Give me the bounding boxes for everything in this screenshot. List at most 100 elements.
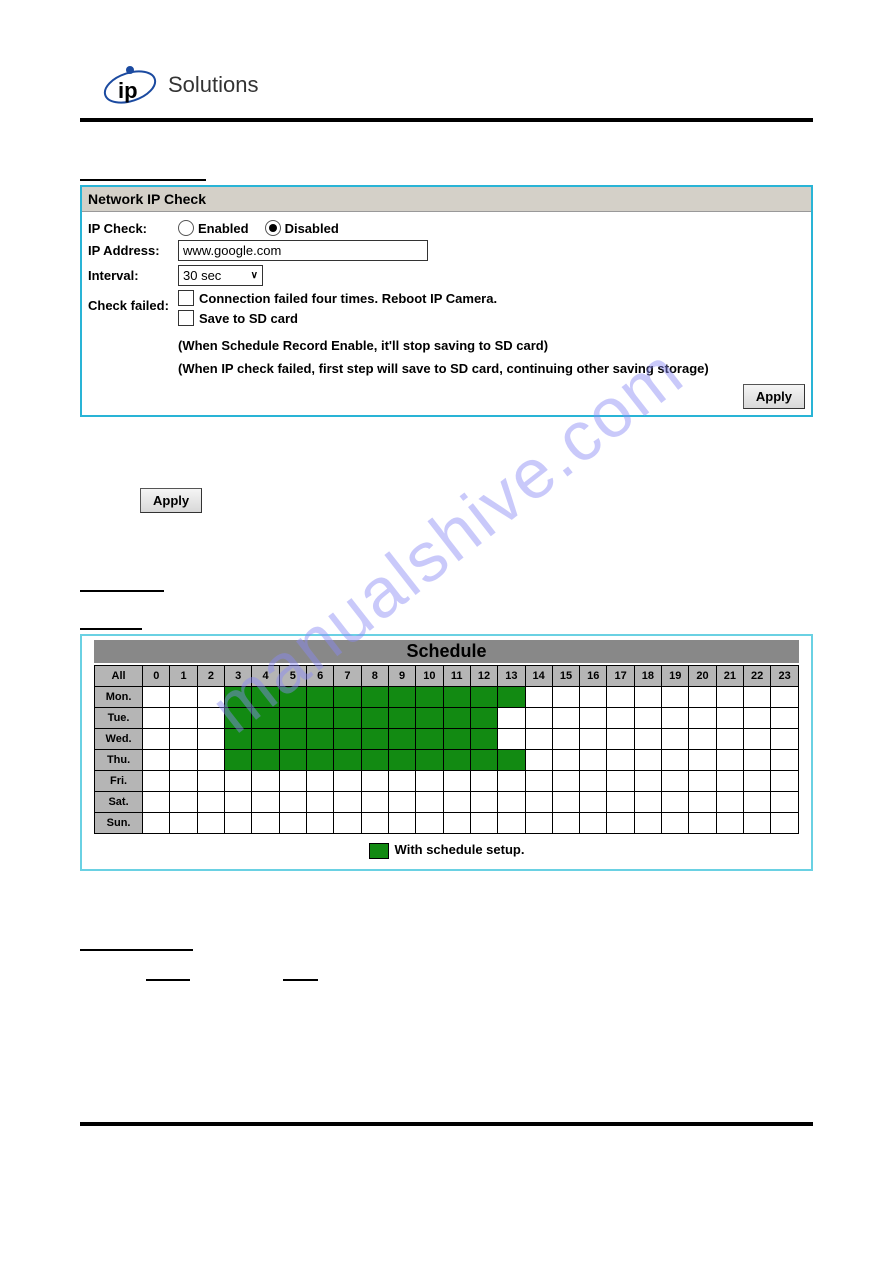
schedule-cell[interactable] (744, 729, 771, 750)
schedule-cell[interactable] (607, 687, 634, 708)
schedule-cell[interactable] (170, 792, 197, 813)
schedule-cell[interactable] (361, 708, 388, 729)
schedule-day-header[interactable]: Wed. (95, 729, 143, 750)
schedule-cell[interactable] (744, 708, 771, 729)
schedule-cell[interactable] (225, 813, 252, 834)
ip-address-input[interactable]: www.google.com (178, 240, 428, 261)
schedule-cell[interactable] (252, 813, 279, 834)
schedule-cell[interactable] (470, 771, 497, 792)
schedule-cell[interactable] (334, 750, 361, 771)
schedule-cell[interactable] (716, 750, 743, 771)
schedule-hour-header[interactable]: 18 (634, 666, 661, 687)
schedule-cell[interactable] (716, 771, 743, 792)
schedule-day-header[interactable]: Tue. (95, 708, 143, 729)
schedule-hour-header[interactable]: 16 (580, 666, 607, 687)
reboot-checkbox[interactable] (178, 290, 194, 306)
schedule-cell[interactable] (744, 750, 771, 771)
schedule-cell[interactable] (689, 750, 716, 771)
schedule-cell[interactable] (771, 708, 799, 729)
schedule-cell[interactable] (525, 771, 552, 792)
schedule-cell[interactable] (388, 687, 415, 708)
schedule-cell[interactable] (552, 729, 579, 750)
schedule-cell[interactable] (143, 708, 170, 729)
schedule-cell[interactable] (662, 750, 689, 771)
schedule-cell[interactable] (334, 729, 361, 750)
schedule-cell[interactable] (416, 792, 443, 813)
schedule-cell[interactable] (170, 771, 197, 792)
schedule-cell[interactable] (607, 750, 634, 771)
schedule-cell[interactable] (334, 708, 361, 729)
schedule-hour-header[interactable]: 9 (388, 666, 415, 687)
schedule-cell[interactable] (552, 687, 579, 708)
schedule-cell[interactable] (416, 708, 443, 729)
schedule-cell[interactable] (716, 729, 743, 750)
schedule-cell[interactable] (470, 729, 497, 750)
schedule-cell[interactable] (170, 729, 197, 750)
schedule-cell[interactable] (771, 813, 799, 834)
schedule-hour-header[interactable]: 2 (197, 666, 224, 687)
schedule-cell[interactable] (634, 771, 661, 792)
schedule-cell[interactable] (143, 792, 170, 813)
schedule-cell[interactable] (771, 750, 799, 771)
schedule-cell[interactable] (744, 771, 771, 792)
schedule-cell[interactable] (225, 792, 252, 813)
schedule-cell[interactable] (307, 729, 334, 750)
schedule-cell[interactable] (143, 813, 170, 834)
schedule-day-header[interactable]: Thu. (95, 750, 143, 771)
schedule-cell[interactable] (443, 813, 470, 834)
schedule-cell[interactable] (771, 792, 799, 813)
disabled-radio[interactable]: Disabled (265, 220, 339, 236)
schedule-cell[interactable] (607, 708, 634, 729)
schedule-cell[interactable] (197, 729, 224, 750)
schedule-hour-header[interactable]: 0 (143, 666, 170, 687)
schedule-cell[interactable] (580, 792, 607, 813)
schedule-cell[interactable] (525, 708, 552, 729)
schedule-hour-header[interactable]: 17 (607, 666, 634, 687)
schedule-cell[interactable] (689, 792, 716, 813)
schedule-cell[interactable] (498, 813, 525, 834)
schedule-cell[interactable] (580, 813, 607, 834)
schedule-cell[interactable] (307, 750, 334, 771)
schedule-cell[interactable] (279, 771, 306, 792)
schedule-cell[interactable] (470, 687, 497, 708)
schedule-cell[interactable] (771, 729, 799, 750)
schedule-cell[interactable] (580, 729, 607, 750)
schedule-hour-header[interactable]: 1 (170, 666, 197, 687)
schedule-hour-header[interactable]: 8 (361, 666, 388, 687)
schedule-cell[interactable] (689, 729, 716, 750)
schedule-cell[interactable] (170, 813, 197, 834)
schedule-cell[interactable] (498, 771, 525, 792)
schedule-cell[interactable] (279, 813, 306, 834)
schedule-cell[interactable] (143, 750, 170, 771)
schedule-cell[interactable] (443, 750, 470, 771)
schedule-hour-header[interactable]: 22 (744, 666, 771, 687)
schedule-cell[interactable] (443, 792, 470, 813)
schedule-cell[interactable] (388, 813, 415, 834)
schedule-cell[interactable] (197, 750, 224, 771)
schedule-hour-header[interactable]: 20 (689, 666, 716, 687)
schedule-cell[interactable] (662, 771, 689, 792)
schedule-cell[interactable] (443, 708, 470, 729)
schedule-cell[interactable] (197, 687, 224, 708)
schedule-cell[interactable] (443, 687, 470, 708)
schedule-cell[interactable] (662, 687, 689, 708)
schedule-cell[interactable] (225, 708, 252, 729)
schedule-cell[interactable] (498, 729, 525, 750)
schedule-cell[interactable] (716, 792, 743, 813)
schedule-cell[interactable] (361, 771, 388, 792)
schedule-cell[interactable] (498, 750, 525, 771)
schedule-cell[interactable] (580, 750, 607, 771)
schedule-cell[interactable] (252, 708, 279, 729)
schedule-cell[interactable] (662, 729, 689, 750)
schedule-cell[interactable] (744, 792, 771, 813)
schedule-cell[interactable] (279, 687, 306, 708)
schedule-cell[interactable] (470, 750, 497, 771)
apply-button-standalone[interactable]: Apply (140, 488, 202, 513)
schedule-cell[interactable] (388, 708, 415, 729)
schedule-cell[interactable] (143, 729, 170, 750)
schedule-cell[interactable] (689, 813, 716, 834)
schedule-hour-header[interactable]: 21 (716, 666, 743, 687)
schedule-cell[interactable] (361, 687, 388, 708)
schedule-cell[interactable] (716, 813, 743, 834)
schedule-cell[interactable] (361, 750, 388, 771)
